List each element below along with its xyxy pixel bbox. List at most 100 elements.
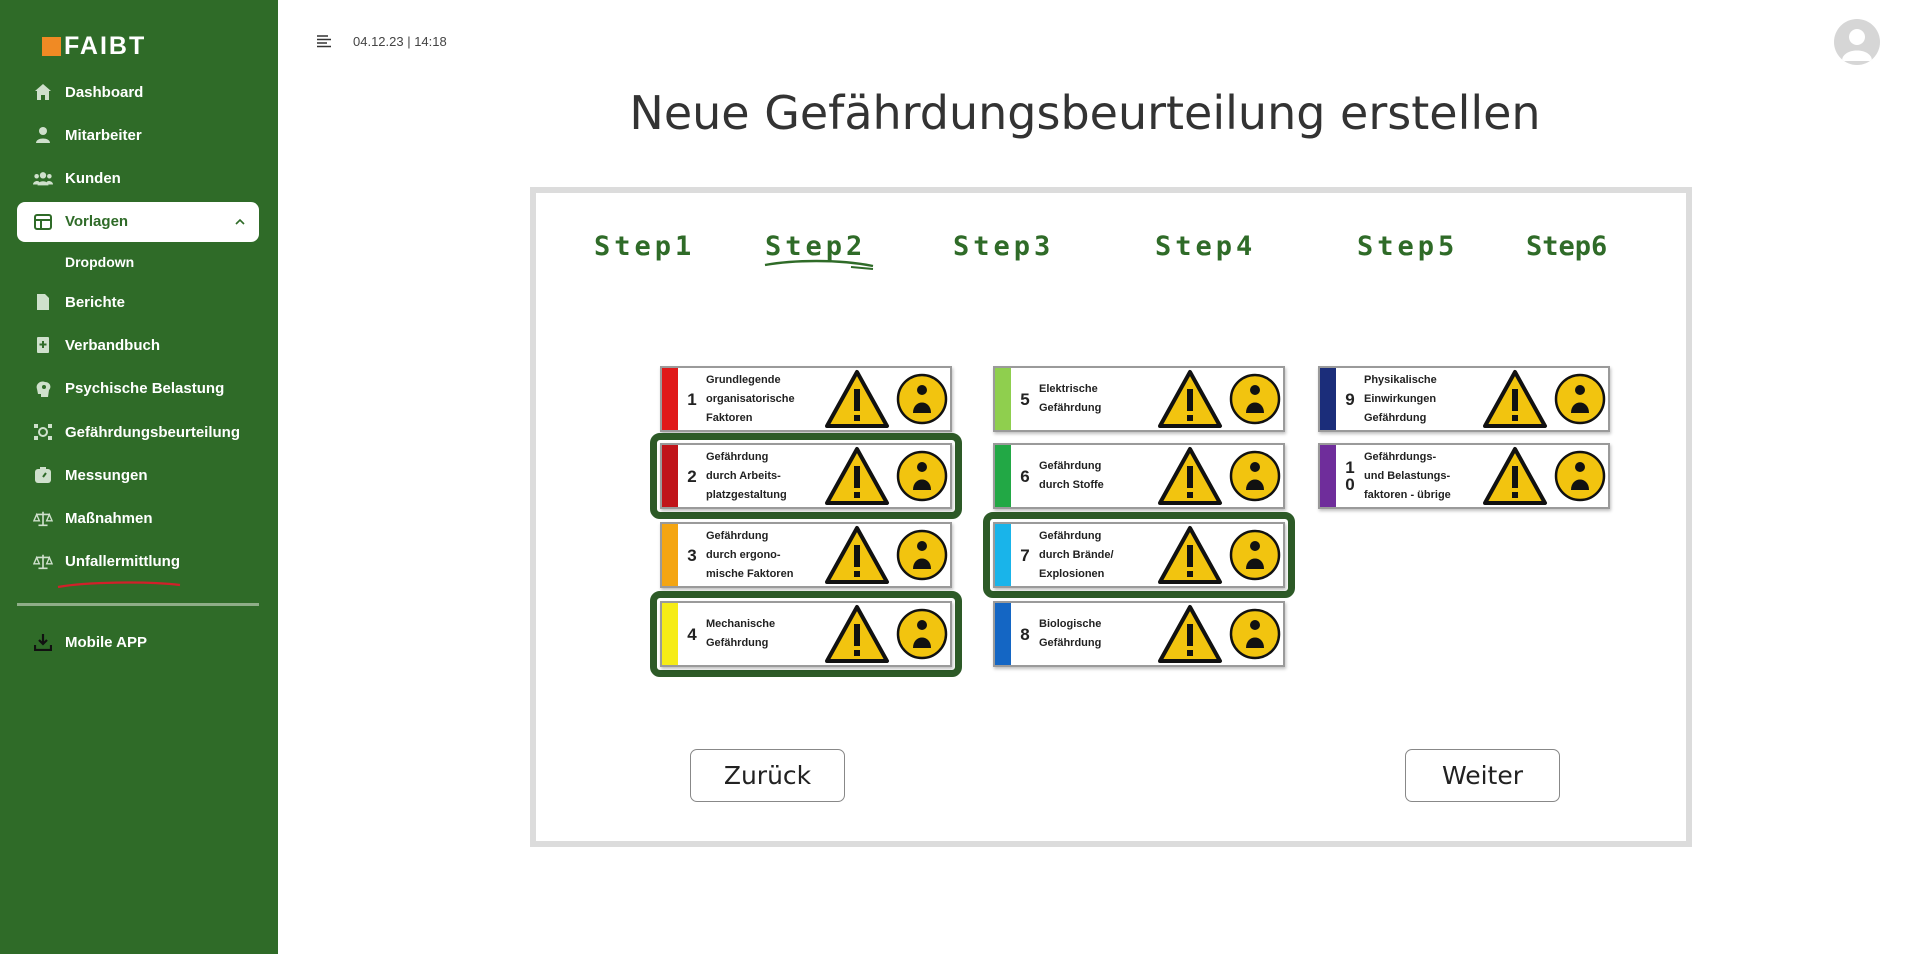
- step-6[interactable]: Step6: [1526, 231, 1607, 262]
- document-icon: [33, 292, 53, 312]
- hazard-color-bar: [662, 524, 678, 586]
- sidebar-item-verbandbuch[interactable]: Verbandbuch: [17, 325, 259, 365]
- hazard-tile-6[interactable]: 6 Gefährdung durch Stoffe: [993, 443, 1285, 509]
- medical-book-icon: [33, 335, 53, 355]
- hazard-label: Gefährdung durch ergono-mische Faktoren: [706, 527, 824, 584]
- hazard-label-line: Mechanische: [706, 618, 776, 630]
- app-logo[interactable]: FAIBT: [42, 34, 146, 59]
- sidebar-item-label: Messungen: [65, 466, 148, 484]
- hazard-color-bar: [995, 524, 1011, 586]
- sidebar-item-psychische-belastung[interactable]: Psychische Belastung: [17, 369, 259, 409]
- hazard-label-line: mische Faktoren: [706, 567, 794, 580]
- hazard-tile-10[interactable]: 1 0 Gefährdungs-und Belastungs-faktoren -…: [1318, 443, 1610, 509]
- download-icon: [33, 632, 53, 652]
- hazard-tile-9[interactable]: 9 Physikalische Einwirkungen Gefährdung: [1318, 366, 1610, 432]
- sidebar-item-gefaehrdungsbeurteilung[interactable]: Gefährdungsbeurteilung: [17, 412, 259, 452]
- sidebar-item-label: Maßnahmen: [65, 510, 153, 528]
- step-3[interactable]: Step3: [953, 231, 1054, 262]
- warning-triangle-icon: [824, 525, 890, 585]
- hazard-label-line: Gefährdung: [1364, 411, 1427, 424]
- table-icon: [33, 212, 53, 232]
- hazard-label-line: Physikalische: [1364, 373, 1437, 386]
- sidebar-item-label: Vorlagen: [65, 213, 129, 231]
- warning-triangle-icon: [1157, 604, 1223, 664]
- sidebar-item-berichte[interactable]: Berichte: [17, 282, 259, 322]
- hazard-tile-8[interactable]: 8 Biologische Gefährdung: [993, 601, 1285, 667]
- brain-icon: [33, 379, 53, 399]
- hazard-label-line: Gefährdung: [1039, 637, 1102, 649]
- hazard-tile-7[interactable]: 7 Gefährdung durch Brände/Explosionen: [993, 522, 1285, 588]
- sidebar-item-label: Dashboard: [65, 83, 144, 101]
- sidebar-item-mitarbeiter[interactable]: Mitarbeiter: [17, 115, 259, 155]
- hazard-pictogram-icon: [1229, 373, 1281, 425]
- hazard-label: Gefährdung durch Arbeits-platzgestaltung: [706, 448, 824, 505]
- group-icon: [33, 169, 53, 189]
- hazard-label-line: Gefährdung: [1039, 529, 1102, 542]
- sidebar: FAIBT Dashboard Mitarbeiter Kunden Vorla…: [0, 0, 278, 954]
- hazard-label: Gefährdung durch Brände/Explosionen: [1039, 527, 1157, 584]
- step-1[interactable]: Step1: [594, 231, 695, 262]
- hazard-label: Biologische Gefährdung: [1039, 615, 1157, 653]
- sidebar-item-unfallermittlung[interactable]: Unfallermittlung: [17, 542, 259, 582]
- chevron-up-icon[interactable]: [235, 216, 245, 228]
- scale-icon: [33, 509, 53, 529]
- sidebar-subitem-dropdown[interactable]: Dropdown: [17, 245, 259, 279]
- gauge-icon: [33, 465, 53, 485]
- step-5[interactable]: Step5: [1357, 231, 1458, 262]
- hazard-color-bar: [1320, 368, 1336, 430]
- warning-triangle-icon: [1157, 369, 1223, 429]
- hazard-color-bar: [662, 603, 678, 665]
- back-button[interactable]: Zurück: [690, 749, 845, 802]
- hazard-label-line: Elektrische: [1039, 383, 1098, 395]
- hazard-label-line: faktoren - übrige: [1364, 488, 1451, 501]
- sidebar-item-label: Psychische Belastung: [65, 380, 225, 398]
- hazard-label-line: Gefährdung: [1039, 460, 1102, 472]
- sidebar-nav: Dashboard Mitarbeiter Kunden Vorlagen Dr…: [17, 72, 259, 585]
- hazard-number: 8: [1020, 624, 1030, 644]
- scale-icon: [33, 552, 53, 572]
- hazard-pictogram-icon: [896, 608, 948, 660]
- hazard-label-line: durch Brände/: [1039, 548, 1114, 561]
- sidebar-divider: [17, 603, 259, 606]
- page-title: Neue Gefährdungsbeurteilung erstellen: [629, 86, 1541, 140]
- hazard-label: Gefährdungs-und Belastungs-faktoren - üb…: [1364, 448, 1482, 505]
- step-4[interactable]: Step4: [1155, 231, 1256, 262]
- warning-triangle-icon: [1482, 446, 1548, 506]
- hazard-pictogram-icon: [1229, 529, 1281, 581]
- hazard-pictogram-icon: [1554, 450, 1606, 502]
- sidebar-item-dashboard[interactable]: Dashboard: [17, 72, 259, 112]
- hazard-tile-2[interactable]: 2 Gefährdung durch Arbeits-platzgestaltung: [660, 443, 952, 509]
- next-button[interactable]: Weiter: [1405, 749, 1560, 802]
- sidebar-item-massnahmen[interactable]: Maßnahmen: [17, 499, 259, 539]
- hazard-label: Gefährdung durch Stoffe: [1039, 457, 1157, 495]
- hazard-label-line: Gefährdung: [706, 529, 769, 542]
- hazard-pictogram-icon: [896, 450, 948, 502]
- hazard-number: 1 0: [1345, 458, 1355, 494]
- hazard-label: Grundlegende organisatorische Faktoren: [706, 371, 824, 428]
- user-avatar[interactable]: [1834, 19, 1880, 65]
- sidebar-item-kunden[interactable]: Kunden: [17, 159, 259, 199]
- hazard-label-line: Einwirkungen: [1364, 392, 1437, 405]
- active-step-underline: [764, 259, 874, 270]
- hazard-tile-5[interactable]: 5 Elektrische Gefährdung: [993, 366, 1285, 432]
- hazard-tile-3[interactable]: 3 Gefährdung durch ergono-mische Faktoren: [660, 522, 952, 588]
- hazard-label-line: durch Stoffe: [1039, 479, 1104, 491]
- hazard-label-line: Grundlegende: [706, 373, 781, 386]
- hazard-label-line: Faktoren: [706, 411, 753, 424]
- hazard-number: 5: [1020, 389, 1030, 409]
- hazard-label-line: Explosionen: [1039, 567, 1105, 580]
- sidebar-bottom: Mobile APP: [17, 622, 259, 665]
- hazard-tile-4[interactable]: 4 Mechanische Gefährdung: [660, 601, 952, 667]
- home-icon: [33, 82, 53, 102]
- sidebar-item-label: Berichte: [65, 293, 126, 311]
- hazard-tile-1[interactable]: 1 Grundlegende organisatorische Faktoren: [660, 366, 952, 432]
- hazard-color-bar: [995, 368, 1011, 430]
- sidebar-item-mobile-app[interactable]: Mobile APP: [17, 622, 259, 662]
- sidebar-item-vorlagen[interactable]: Vorlagen: [17, 201, 259, 242]
- hazard-label-line: durch ergono-: [706, 548, 781, 561]
- sidebar-item-messungen[interactable]: Messungen: [17, 455, 259, 495]
- hazard-label-line: Gefährdung: [706, 450, 769, 463]
- hazard-label-line: durch Arbeits-: [706, 469, 781, 482]
- menu-toggle-icon[interactable]: [316, 34, 332, 53]
- hazard-number: 6: [1020, 466, 1030, 486]
